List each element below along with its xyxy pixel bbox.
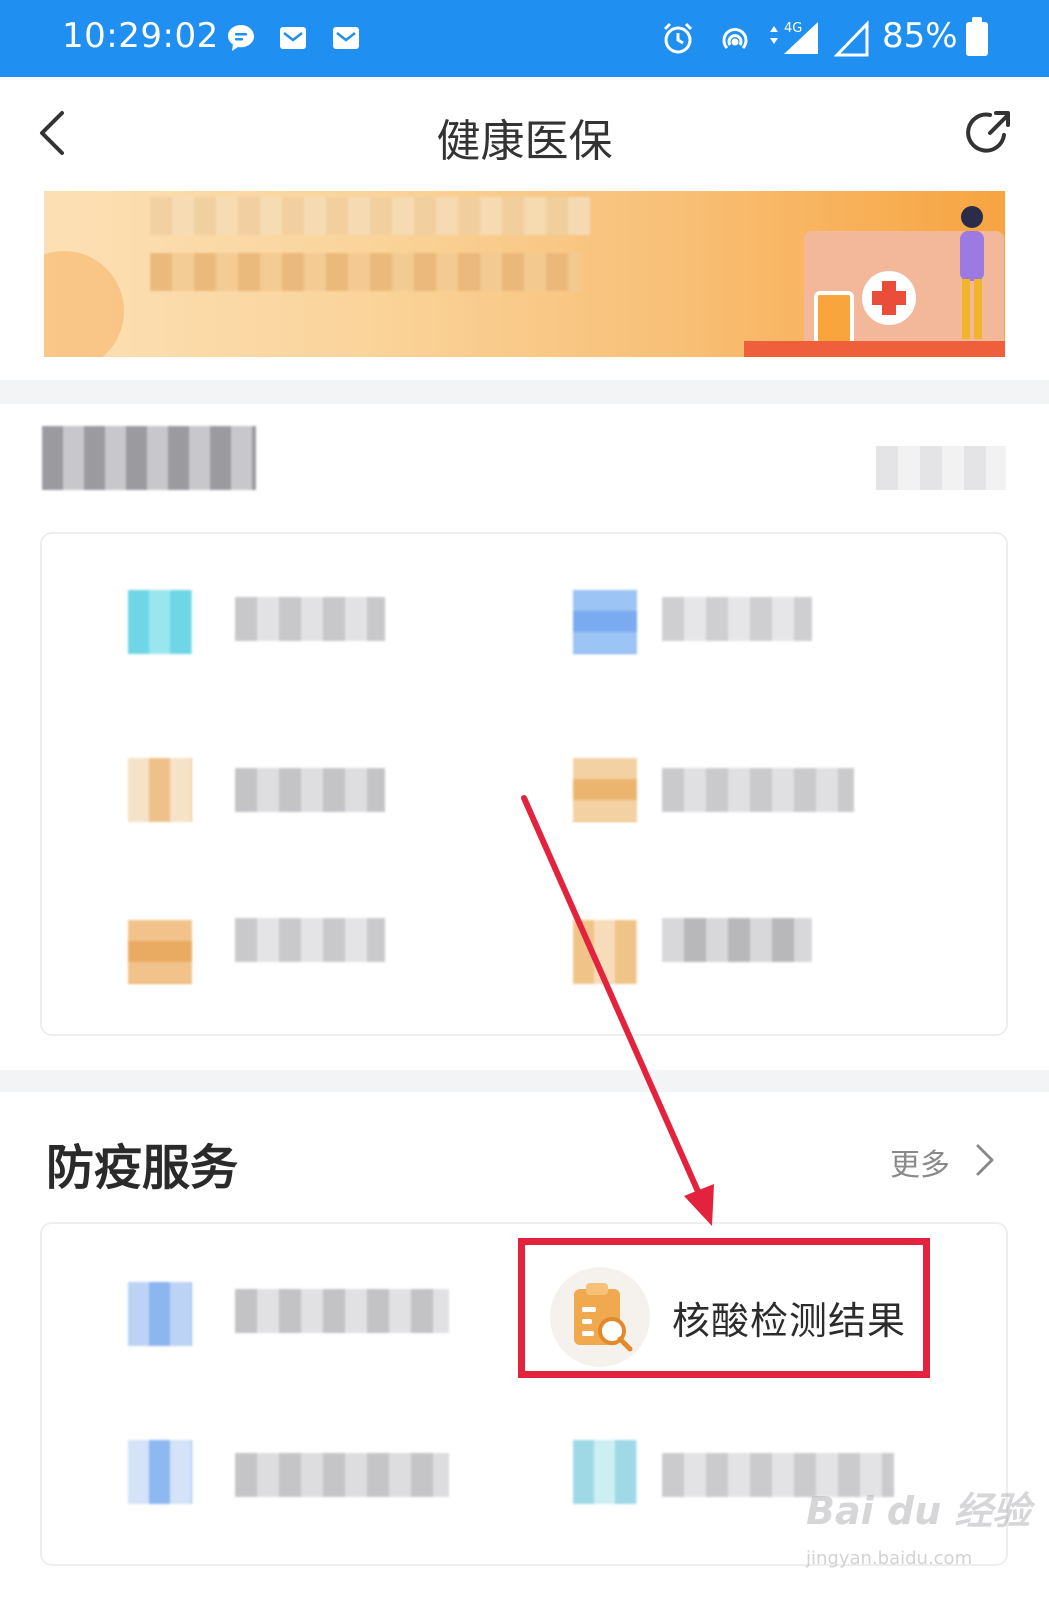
service-tile-label-redacted[interactable] — [662, 597, 812, 641]
banner-subline-redacted — [150, 253, 580, 291]
section-more-redacted[interactable] — [876, 446, 1006, 490]
service-tile-icon[interactable] — [553, 738, 657, 842]
mail-icon — [280, 27, 306, 49]
share-icon[interactable] — [960, 105, 1016, 161]
service-tile-icon[interactable] — [108, 1420, 212, 1524]
service-tile-label-redacted[interactable] — [235, 768, 385, 812]
battery-icon — [966, 17, 988, 56]
promo-banner[interactable] — [44, 191, 1005, 357]
service-tile-label-redacted[interactable] — [662, 918, 812, 962]
signal-4g-icon: 4G — [770, 21, 818, 54]
svg-text:4G: 4G — [784, 21, 802, 36]
banner-floor — [744, 341, 1005, 357]
service-tile-icon[interactable] — [553, 570, 657, 674]
mail-icon — [333, 27, 359, 49]
service-tile-label-redacted[interactable] — [235, 1289, 449, 1333]
section-divider — [0, 380, 1049, 404]
medical-cross-icon — [862, 271, 916, 325]
chevron-right-icon[interactable] — [972, 1140, 998, 1180]
status-bar: 10:29:02 4G 85% — [0, 0, 1049, 77]
service-tile-icon[interactable] — [553, 1420, 657, 1524]
service-tile-icon[interactable] — [108, 900, 212, 1004]
more-link[interactable]: 更多 — [890, 1140, 950, 1184]
service-tile-icon[interactable] — [108, 738, 212, 842]
service-tile-label-redacted[interactable] — [662, 768, 854, 812]
doctor-illustration — [960, 206, 984, 339]
nav-bar: 健康医保 — [0, 77, 1049, 187]
page-title: 健康医保 — [436, 116, 613, 167]
status-time: 10:29:02 — [62, 16, 219, 56]
section-divider — [0, 1070, 1049, 1092]
section-title: 防疫服务 — [46, 1140, 239, 1196]
service-tile-icon[interactable] — [553, 900, 657, 1004]
section-title-redacted — [42, 426, 256, 490]
service-tile-icon[interactable] — [108, 1262, 212, 1366]
service-tile-icon[interactable] — [108, 570, 212, 674]
watermark-url: jingyan.baidu.com — [806, 1548, 973, 1569]
hotspot-icon — [722, 28, 748, 50]
banner-decoration — [44, 251, 124, 357]
service-tile-label-redacted[interactable] — [235, 918, 385, 962]
highlight-box — [518, 1238, 930, 1378]
service-tile-label-redacted[interactable] — [235, 1453, 449, 1497]
service-tile-label-redacted[interactable] — [235, 597, 385, 641]
battery-percent: 85% — [882, 16, 958, 56]
alarm-clock-icon — [663, 22, 693, 54]
medicine-jar-illustration — [814, 291, 854, 346]
signal-icon — [834, 20, 869, 57]
chat-bubble-icon — [228, 25, 254, 51]
banner-headline-redacted — [150, 197, 590, 235]
watermark-logo: Bai du 经验 — [806, 1489, 1031, 1533]
